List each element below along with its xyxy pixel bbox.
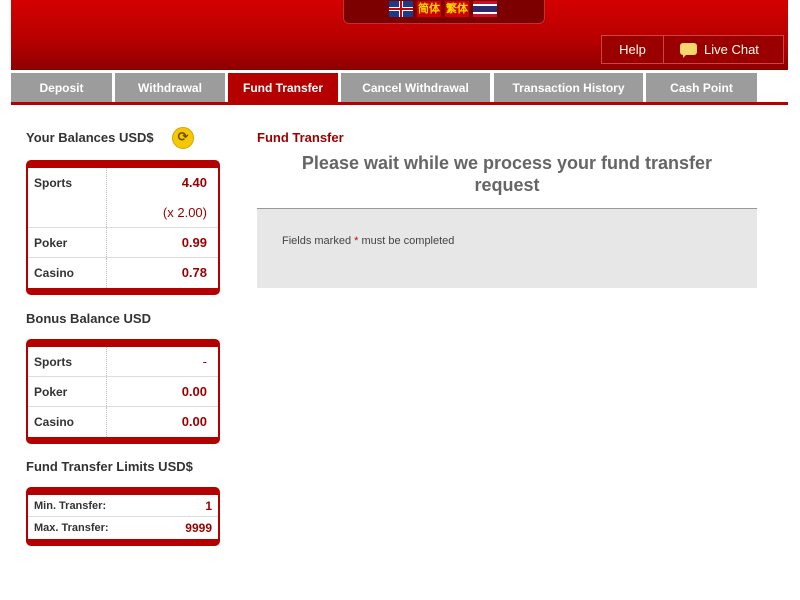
bonus-title: Bonus Balance USD bbox=[26, 311, 151, 326]
bonus-value: 0.00 bbox=[181, 414, 207, 429]
limit-label: Max. Transfer: bbox=[34, 522, 109, 534]
bonus-box: Sports - Poker 0.00 Casino 0.00 bbox=[26, 339, 220, 444]
balances-box: Sports 4.40 (x 2.00) Poker 0.99 Casino 0… bbox=[26, 160, 220, 295]
limits-box: Min. Transfer: 1 Max. Transfer: 9999 bbox=[26, 487, 220, 546]
language-bar: 简体 繁体 bbox=[343, 0, 545, 24]
limit-row-min: Min. Transfer: 1 bbox=[28, 495, 218, 517]
balances-title: Your Balances USD$ bbox=[26, 130, 154, 145]
thai-flag-icon[interactable] bbox=[473, 1, 497, 17]
tab-deposit[interactable]: Deposit bbox=[11, 73, 112, 103]
bonus-row-sports: Sports - bbox=[28, 347, 218, 377]
processing-message-line2: request bbox=[474, 175, 540, 195]
form-panel: Fields marked * must be completed bbox=[257, 208, 757, 288]
tab-withdrawal[interactable]: Withdrawal bbox=[115, 73, 225, 103]
balance-label: Casino bbox=[34, 266, 75, 280]
balance-value: 4.40 bbox=[181, 175, 207, 190]
tab-cancel-withdrawal[interactable]: Cancel Withdrawal bbox=[341, 73, 490, 103]
tab-bar: Deposit Withdrawal Fund Transfer Cancel … bbox=[11, 73, 788, 103]
balance-value: 0.78 bbox=[181, 265, 207, 280]
balance-value: 0.99 bbox=[181, 235, 207, 250]
note-prefix: Fields marked bbox=[282, 235, 355, 247]
live-chat-button[interactable]: Live Chat bbox=[664, 36, 783, 63]
limit-label: Min. Transfer: bbox=[34, 500, 107, 512]
bonus-value: - bbox=[202, 354, 207, 369]
bonus-label: Poker bbox=[34, 385, 68, 399]
balance-label: Poker bbox=[34, 236, 68, 250]
simplified-chinese-flag-icon[interactable]: 简体 bbox=[417, 1, 441, 17]
note-suffix: must be completed bbox=[358, 235, 455, 247]
site-header: 简体 繁体 Help Live Chat bbox=[11, 0, 788, 70]
balance-row-sports: Sports 4.40 (x 2.00) bbox=[28, 168, 218, 228]
tab-cash-point[interactable]: Cash Point bbox=[646, 73, 757, 103]
bonus-value: 0.00 bbox=[181, 384, 207, 399]
header-actions: Help Live Chat bbox=[601, 35, 784, 64]
limit-value: 1 bbox=[205, 499, 212, 513]
bonus-label: Casino bbox=[34, 415, 75, 429]
tab-transaction-history[interactable]: Transaction History bbox=[494, 73, 643, 103]
page-title: Fund Transfer bbox=[257, 130, 344, 145]
limits-title: Fund Transfer Limits USD$ bbox=[26, 459, 193, 474]
help-button[interactable]: Help bbox=[602, 36, 664, 63]
required-fields-note: Fields marked * must be completed bbox=[282, 235, 454, 247]
balance-multiplier: (x 2.00) bbox=[162, 205, 207, 220]
bonus-row-poker: Poker 0.00 bbox=[28, 377, 218, 407]
tab-fund-transfer[interactable]: Fund Transfer bbox=[228, 73, 338, 103]
traditional-chinese-flag-icon[interactable]: 繁体 bbox=[445, 1, 469, 17]
limit-value: 9999 bbox=[185, 521, 212, 535]
processing-message-line1: Please wait while we process your fund t… bbox=[301, 153, 713, 173]
chat-bubble-icon bbox=[680, 43, 697, 58]
live-chat-label: Live Chat bbox=[704, 42, 759, 57]
limit-row-max: Max. Transfer: 9999 bbox=[28, 517, 218, 539]
balance-label: Sports bbox=[34, 176, 73, 190]
tab-underline bbox=[11, 102, 788, 105]
balance-row-casino: Casino 0.78 bbox=[28, 258, 218, 288]
processing-message: Please wait while we process your fund t… bbox=[257, 152, 757, 196]
english-flag-icon[interactable] bbox=[389, 1, 413, 17]
balance-row-poker: Poker 0.99 bbox=[28, 228, 218, 258]
bonus-label: Sports bbox=[34, 355, 73, 369]
refresh-icon[interactable]: ⟳ bbox=[172, 127, 194, 149]
bonus-row-casino: Casino 0.00 bbox=[28, 407, 218, 437]
